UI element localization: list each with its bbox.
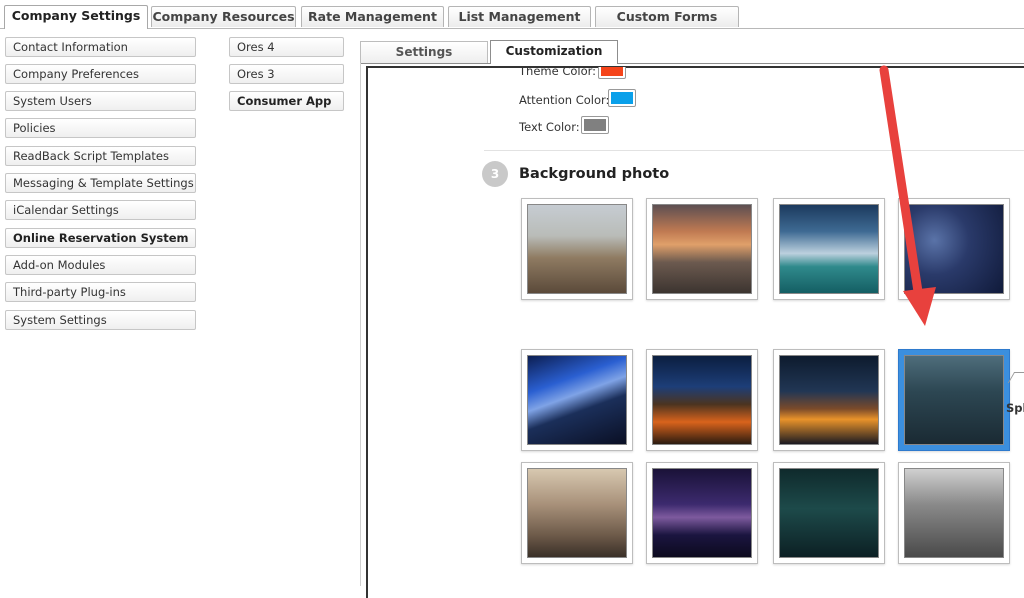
tab-company-resources[interactable]: Company Resources [151,6,296,27]
highway-underpass-photo [652,355,752,445]
top-tab-bar: Company Settings Company Resources Rate … [0,0,1024,29]
old-street-buildings-photo [527,468,627,558]
step-number-badge: 3 [482,161,508,187]
skyscrapers-street-photo [904,355,1004,445]
nav-add-on-modules[interactable]: Add-on Modules [5,255,196,275]
tab-settings[interactable]: Settings [360,41,488,63]
nav-third-party-plug-ins[interactable]: Third-party Plug-ins [5,282,196,302]
city-skyline-photo [527,204,627,294]
nav-policies[interactable]: Policies [5,118,196,138]
tab-custom-forms[interactable]: Custom Forms [595,6,739,27]
nav-online-reservation-system[interactable]: Online Reservation System [5,228,196,248]
splash-label: Spla [1006,401,1024,415]
tab-company-settings[interactable]: Company Settings [4,5,148,29]
tab-list-management[interactable]: List Management [448,6,591,27]
night-traffic-trails-photo [779,355,879,445]
nav-contact-information[interactable]: Contact Information [5,37,196,57]
subnav-ores-4[interactable]: Ores 4 [229,37,344,57]
background-thumb-6[interactable] [646,349,758,451]
background-thumb-10[interactable] [646,462,758,564]
subnav-ores-3[interactable]: Ores 3 [229,64,344,84]
bridge-night-photo [652,468,752,558]
attention-color-label: Attention Color: [519,93,610,107]
background-thumb-9[interactable] [521,462,633,564]
nav-icalendar-settings[interactable]: iCalendar Settings [5,200,196,220]
tab-customization[interactable]: Customization [490,40,618,64]
waterfront-towers-photo [779,204,879,294]
background-thumb-2[interactable] [646,198,758,300]
nav-messaging-template-settings[interactable]: Messaging & Template Settings [5,173,196,193]
section-divider [484,150,1024,151]
background-thumb-12[interactable] [898,462,1010,564]
subnav-consumer-app[interactable]: Consumer App [229,91,344,111]
text-color-swatch[interactable] [581,116,609,134]
nav-company-preferences[interactable]: Company Preferences [5,64,196,84]
nav-system-users[interactable]: System Users [5,91,196,111]
text-color-label: Text Color: [519,120,580,134]
speed-lights-car-photo [527,355,627,445]
tab-panel-border [360,63,1024,64]
bokeh-lights-photo [904,204,1004,294]
nav-readback-script-templates[interactable]: ReadBack Script Templates [5,146,196,166]
section-title: Background photo [519,166,670,182]
background-thumb-8-selected[interactable] [898,349,1010,451]
background-thumb-11[interactable] [773,462,885,564]
background-thumb-1[interactable] [521,198,633,300]
city-street-aerial-photo [904,468,1004,558]
background-thumb-3[interactable] [773,198,885,300]
tab-rate-management[interactable]: Rate Management [301,6,444,27]
background-thumb-4[interactable] [898,198,1010,300]
background-thumb-7[interactable] [773,349,885,451]
sunset-city-photo [652,204,752,294]
capitol-night-photo [779,468,879,558]
background-thumb-5[interactable] [521,349,633,451]
tab-panel-left-border [360,63,361,586]
attention-color-swatch[interactable] [608,89,636,107]
nav-system-settings[interactable]: System Settings [5,310,196,330]
